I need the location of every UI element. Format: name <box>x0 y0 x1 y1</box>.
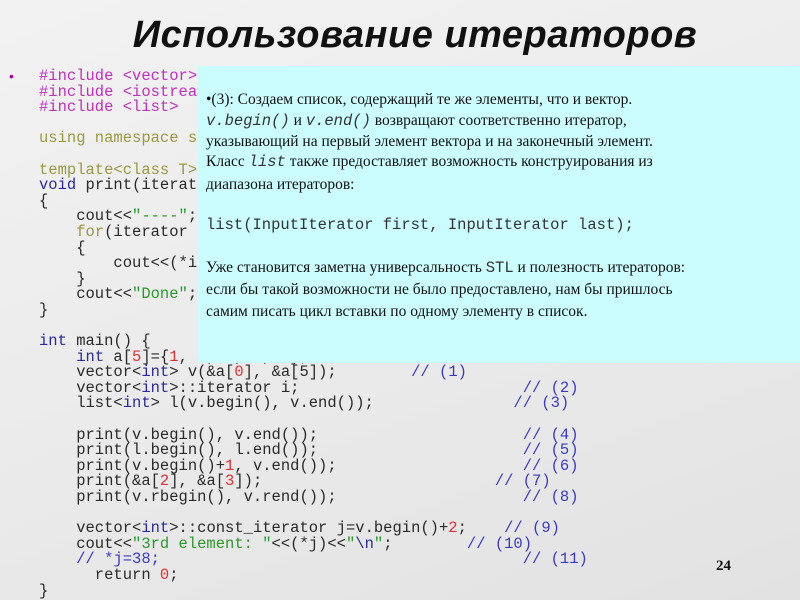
callout-text: Класс <box>206 153 249 170</box>
callout-line: Класс list также предоставляет возможнос… <box>206 153 653 171</box>
bullet-icon: • <box>9 68 14 84</box>
code-token: <list> <box>122 98 179 117</box>
slide-title: Использование итераторов <box>132 14 698 56</box>
code-token: // (8) <box>522 488 579 507</box>
code-token: return <box>39 566 160 584</box>
code-token: list< <box>39 394 123 413</box>
code-line: print(v.rbegin(), v.rend()); // (8) <box>39 488 588 507</box>
callout-line: v.begin() и v.end() возвращают соответст… <box>206 112 627 130</box>
constructor-signature: list(InputIterator first, InputIterator … <box>206 216 634 234</box>
callout-text: и <box>289 112 306 129</box>
callout-text: также предоставляет возможность конструи… <box>285 153 653 170</box>
callout-text: и полезность итераторов: <box>513 259 686 276</box>
code-token: "Done" <box>132 285 188 304</box>
inline-code: v.begin() <box>206 112 290 130</box>
code-token: ; <box>169 566 179 584</box>
inline-code: list <box>248 153 286 171</box>
code-token: > l(v.begin(), v.end()); <box>150 394 514 413</box>
inline-code: v.end() <box>305 112 371 130</box>
inline-code: STL <box>485 259 514 277</box>
page-number: 24 <box>716 558 731 574</box>
code-token: cout<< <box>39 285 133 304</box>
code-token: } <box>39 581 49 600</box>
callout-line: •(3): Создаем список, содержащий те же э… <box>206 91 633 108</box>
callout-text: возвращают соответственно итератор, <box>370 112 627 129</box>
callout-line: указывающий на первый элемент вектора и … <box>206 133 653 150</box>
code-line: return 0; <box>39 566 588 584</box>
code-line: } <box>39 581 588 600</box>
code-token: // (3) <box>513 394 570 413</box>
code-line: list<int> l(v.begin(), v.end()); // (3) <box>39 396 588 412</box>
code-token: int <box>122 394 151 413</box>
code-token: print(v.rbegin(), v.rend()); <box>39 488 523 507</box>
code-token: 0 <box>159 566 170 584</box>
code-token: ; <box>187 285 198 304</box>
code-token: // (11) <box>522 550 588 569</box>
callout-line: диапазона итераторов: <box>206 176 355 193</box>
callout-line: Уже становится заметна универсальность S… <box>206 259 685 277</box>
callout-line: если бы такой возможности не было предос… <box>206 281 673 298</box>
explanation-callout: •(3): Создаем список, содержащий те же э… <box>198 66 800 363</box>
callout-text: Уже становится заметна универсальность <box>206 259 486 276</box>
code-token: #include <box>39 98 123 117</box>
callout-line: самим писать цикл вставки по одному элем… <box>206 303 588 320</box>
